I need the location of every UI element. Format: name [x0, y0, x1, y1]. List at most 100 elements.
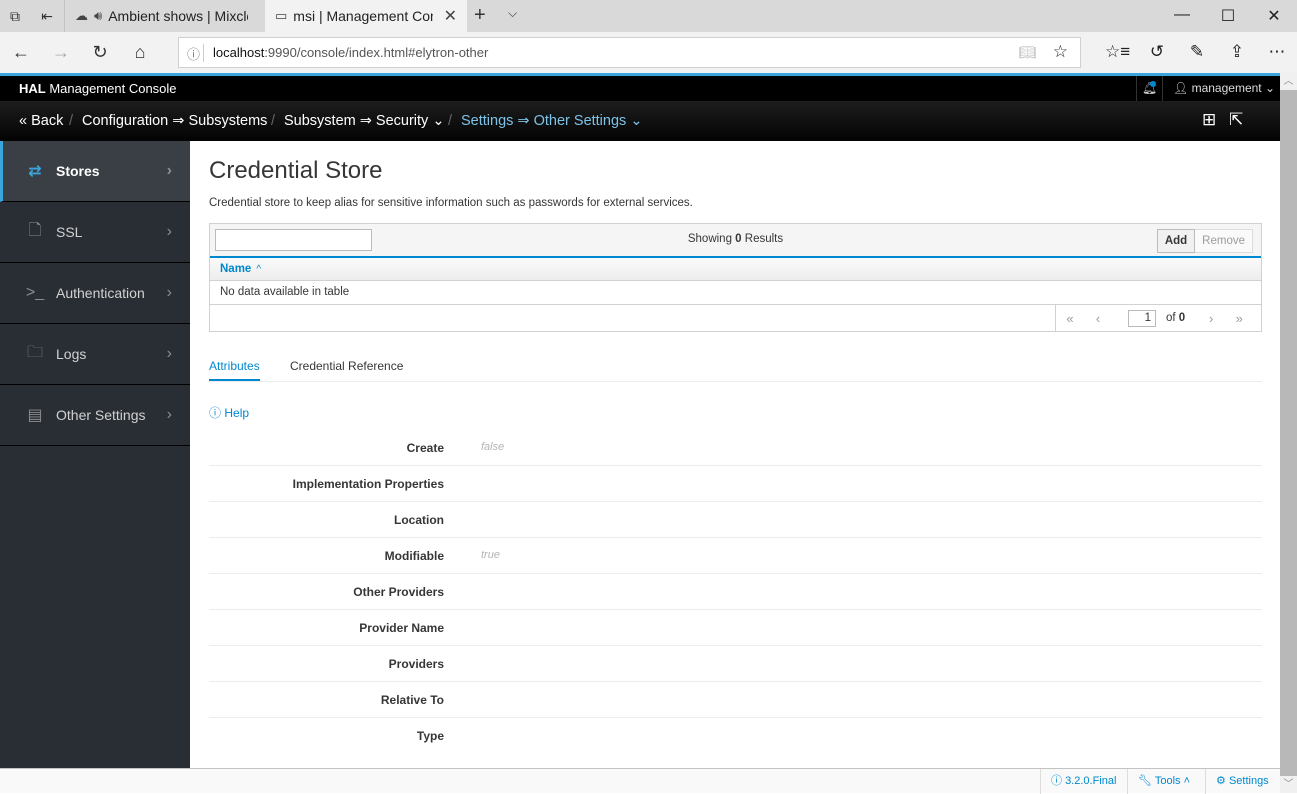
home-icon[interactable]: ⌂ [129, 42, 151, 62]
attribute-row: Location [209, 502, 1262, 538]
attribute-row: Provider Name [209, 610, 1262, 646]
history-icon[interactable]: ↺ [1145, 42, 1169, 62]
exchange-icon: ⇄ [28, 163, 42, 180]
folder-icon: 🗀 [26, 343, 43, 361]
tab-actions-icon[interactable]: ⧉ [6, 7, 24, 25]
user-menu[interactable]: 👤︎ management ⌄ [1173, 81, 1275, 95]
attribute-row: Modifiable true [209, 538, 1262, 574]
audio-icon[interactable]: 🔊︎ [94, 8, 102, 24]
version-link[interactable]: ⓘ 3.2.0.Final [1040, 769, 1127, 794]
forward-arrow-icon[interactable]: → [50, 42, 72, 62]
sidebar: ⇄ Stores › 🗋 SSL › >_ Authentication › 🗀… [0, 141, 190, 768]
cogs-icon: ⚙ [1216, 775, 1226, 787]
breadcrumb-subsystem[interactable]: Subsystem ⇒ Security ⌄ [284, 113, 445, 129]
wrench-icon: 🔧︎ [1138, 775, 1152, 787]
share-icon[interactable]: ⇪ [1225, 42, 1249, 62]
page-of-label: of 0 [1166, 312, 1186, 324]
question-circle-icon: ⓘ [209, 406, 222, 420]
chevron-right-icon: › [166, 223, 172, 240]
back-link[interactable]: « Back [19, 113, 63, 129]
attribute-row: Providers [209, 646, 1262, 682]
chevron-right-icon: › [166, 406, 172, 423]
chevron-right-icon: › [166, 284, 172, 301]
settings-link[interactable]: ⚙ Settings [1205, 769, 1280, 794]
help-link[interactable]: ⓘ Help [209, 404, 249, 421]
favorites-list-icon[interactable]: ☆≡ [1105, 42, 1130, 62]
main-content: Credential Store Credential store to kee… [190, 141, 1280, 768]
pager: « ‹ 1 of 0 › » [210, 305, 1261, 331]
close-tab-icon[interactable]: ✕ [444, 6, 457, 26]
url-text[interactable]: localhost:9990/console/index.html#elytro… [213, 45, 488, 60]
external-link-icon[interactable]: ⇱ [1229, 110, 1243, 130]
sort-asc-icon: ^ [256, 264, 262, 275]
notification-bell-icon[interactable]: 🔔︎ [1136, 76, 1163, 101]
hal-brand: HAL Management Console [19, 81, 177, 96]
reading-view-icon[interactable]: 📖︎ [1018, 44, 1036, 61]
next-page-icon[interactable]: › [1197, 311, 1225, 326]
id-card-icon: ▤ [27, 407, 43, 424]
file-icon: 🗋 [28, 221, 42, 239]
empty-row: No data available in table [210, 281, 1261, 305]
credential-store-table: Showing 0 Results Add Remove Name ^ No da… [209, 223, 1262, 332]
sidebar-item-stores[interactable]: ⇄ Stores › [0, 141, 190, 202]
detail-tabs: Attributes Credential Reference [209, 354, 1262, 382]
sitemap-icon[interactable]: ⊞ [1202, 110, 1216, 130]
refresh-icon[interactable]: ↻ [89, 42, 111, 62]
user-icon: 👤︎ [1173, 81, 1192, 95]
close-window-button[interactable]: ✕ [1264, 6, 1284, 26]
cloud-icon: ☁ [75, 8, 88, 23]
page-scrollbar[interactable]: ︿ ﹀ [1280, 73, 1297, 793]
prev-page-icon[interactable]: ‹ [1084, 311, 1112, 326]
breadcrumb: « Back / Configuration ⇒ Subsystems / Su… [0, 101, 1280, 141]
back-arrow-icon[interactable]: ← [10, 42, 32, 62]
last-page-icon[interactable]: » [1225, 311, 1253, 326]
favorite-star-icon[interactable]: ☆ [1053, 42, 1068, 62]
tab-list-chevron-icon[interactable]: ⌵ [508, 6, 517, 21]
minimize-button[interactable]: — [1172, 6, 1192, 24]
page-icon: ▭ [275, 8, 288, 23]
footer: ⓘ 3.2.0.Final 🔧︎ Tools ˄ ⚙ Settings [0, 768, 1280, 794]
tab-title: msi | Management Con: [293, 8, 434, 24]
address-bar[interactable]: ⓘ localhost:9990/console/index.html#elyt… [178, 37, 1081, 68]
browser-tab-bar: ⧉ ⇤ ☁ 🔊︎ Ambient shows | Mixclc ▭ msi | … [0, 0, 1297, 32]
pen-icon[interactable]: ✎ [1185, 42, 1209, 62]
breadcrumb-configuration[interactable]: Configuration ⇒ Subsystems [82, 113, 267, 129]
column-header-name[interactable]: Name ^ [210, 258, 1261, 281]
remove-button[interactable]: Remove [1195, 229, 1253, 253]
info-icon: ⓘ [1051, 775, 1062, 787]
sidebar-item-other-settings[interactable]: ▤ Other Settings › [0, 385, 190, 446]
sidebar-item-logs[interactable]: 🗀 Logs › [0, 324, 190, 385]
attribute-row: Relative To [209, 682, 1262, 718]
set-aside-tabs-icon[interactable]: ⇤ [38, 7, 56, 25]
tools-menu[interactable]: 🔧︎ Tools ˄ [1127, 769, 1205, 794]
browser-tab-msi[interactable]: ▭ msi | Management Con: ✕ [265, 0, 467, 32]
attribute-row: Other Providers [209, 574, 1262, 610]
sidebar-item-ssl[interactable]: 🗋 SSL › [0, 202, 190, 263]
first-page-icon[interactable]: « [1056, 311, 1084, 326]
scroll-up-icon[interactable]: ︿ [1280, 73, 1297, 90]
browser-nav-bar: ← → ↻ ⌂ ⓘ localhost:9990/console/index.h… [0, 32, 1297, 73]
page-title: Credential Store [209, 157, 383, 184]
add-button[interactable]: Add [1156, 229, 1196, 253]
results-count: Showing 0 Results [687, 233, 784, 245]
maximize-button[interactable]: ☐ [1218, 6, 1238, 26]
site-info-icon[interactable]: ⓘ [187, 44, 200, 63]
tab-credential-reference[interactable]: Credential Reference [290, 359, 403, 379]
table-toolbar: Showing 0 Results Add Remove [210, 224, 1261, 258]
terminal-icon: >_ [25, 284, 45, 301]
page-description: Credential store to keep alias for sensi… [209, 197, 693, 209]
new-tab-button[interactable]: + [474, 4, 486, 27]
sidebar-item-authentication[interactable]: >_ Authentication › [0, 263, 190, 324]
page-input[interactable]: 1 [1128, 309, 1156, 327]
chevron-right-icon: › [166, 162, 172, 179]
more-icon[interactable]: ⋯ [1265, 42, 1289, 62]
breadcrumb-settings[interactable]: Settings ⇒ Other Settings ⌄ [461, 113, 642, 129]
attribute-row: Implementation Properties [209, 466, 1262, 502]
tab-attributes[interactable]: Attributes [209, 359, 260, 381]
browser-tab-ambient[interactable]: ☁ 🔊︎ Ambient shows | Mixclc [64, 0, 264, 32]
tab-title: Ambient shows | Mixclc [108, 8, 249, 24]
attributes-list: Create false Implementation Properties Lo… [209, 430, 1262, 754]
hal-header: HAL Management Console 🔔︎ 👤︎ management … [0, 76, 1280, 101]
attribute-row: Type [416, 729, 444, 743]
scroll-down-icon[interactable]: ﹀ [1280, 776, 1297, 793]
